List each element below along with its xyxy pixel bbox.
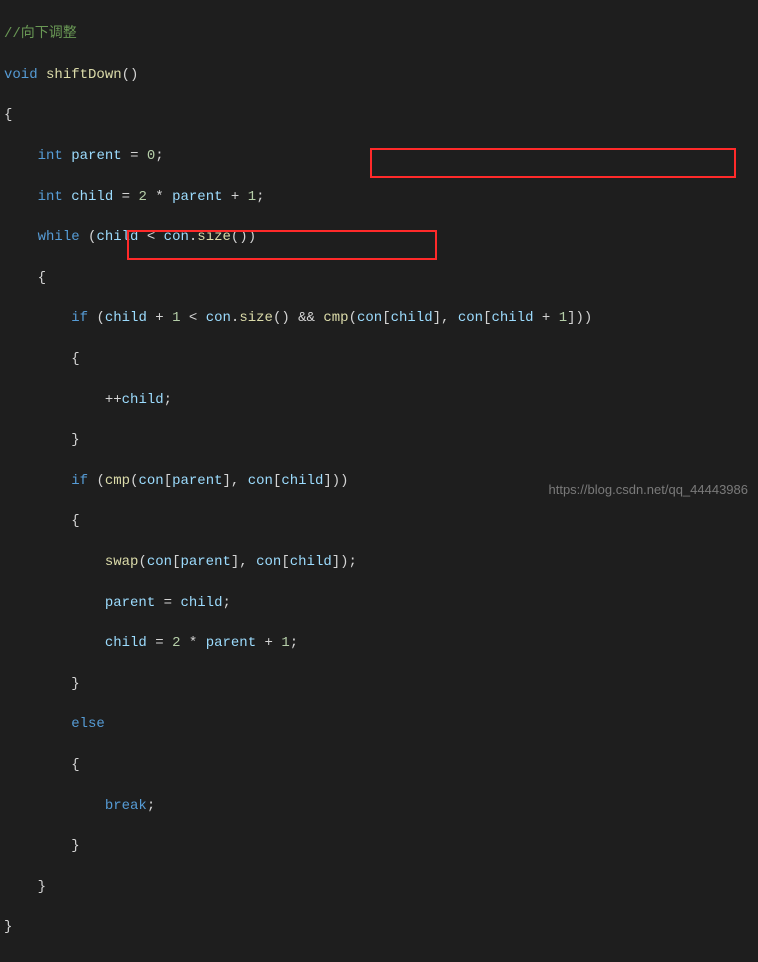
num: 1 — [172, 310, 180, 326]
ident-child: child — [71, 189, 113, 205]
num: 1 — [248, 189, 256, 205]
num: 1 — [281, 635, 289, 651]
ident-child: child — [491, 310, 533, 326]
code-line: } — [4, 877, 758, 897]
op: = — [155, 635, 163, 651]
comment-text: //向下调整 — [4, 26, 77, 42]
keyword-int: int — [38, 189, 63, 205]
ident-con: con — [138, 473, 163, 489]
fn-cmp: cmp — [105, 473, 130, 489]
op: && — [298, 310, 315, 326]
code-line: { — [4, 349, 758, 369]
num: 1 — [559, 310, 567, 326]
num: 2 — [138, 189, 146, 205]
watermark-text: https://blog.csdn.net/qq_44443986 — [549, 482, 749, 497]
keyword-int: int — [38, 148, 63, 164]
code-line: { — [4, 268, 758, 288]
code-line: //向下调整 — [4, 24, 758, 44]
fn-size: size — [239, 310, 273, 326]
op: < — [189, 310, 197, 326]
code-line: void shiftDown() — [4, 65, 758, 85]
code-line: { — [4, 511, 758, 531]
keyword-else: else — [71, 716, 105, 732]
code-line: swap(con[parent], con[child]); — [4, 552, 758, 572]
code-line: } — [4, 430, 758, 450]
keyword-void: void — [4, 67, 38, 83]
op: + — [265, 635, 273, 651]
ident-parent: parent — [172, 473, 222, 489]
code-line: } — [4, 836, 758, 856]
ident-child: child — [105, 310, 147, 326]
ident-child: child — [180, 595, 222, 611]
code-line: int child = 2 * parent + 1; — [4, 187, 758, 207]
ident-parent: parent — [206, 635, 256, 651]
ident-con: con — [458, 310, 483, 326]
code-line: child = 2 * parent + 1; — [4, 633, 758, 653]
ident-child: child — [391, 310, 433, 326]
ident-con: con — [206, 310, 231, 326]
keyword-while: while — [38, 229, 80, 245]
code-editor: //向下调整 void shiftDown() { int parent = 0… — [0, 0, 758, 962]
op: = — [122, 189, 130, 205]
op: = — [164, 595, 172, 611]
ident-con: con — [147, 554, 172, 570]
num: 2 — [172, 635, 180, 651]
op: * — [155, 189, 163, 205]
ident-con: con — [248, 473, 273, 489]
ident-child: child — [281, 473, 323, 489]
ident-child: child — [122, 392, 164, 408]
code-line: } — [4, 674, 758, 694]
fn-swap: swap — [105, 554, 139, 570]
op: + — [231, 189, 239, 205]
fn-size: size — [197, 229, 231, 245]
ident-parent: parent — [105, 595, 155, 611]
code-line: { — [4, 105, 758, 125]
op: < — [147, 229, 155, 245]
code-line: parent = child; — [4, 593, 758, 613]
fn-cmp: cmp — [323, 310, 348, 326]
ident-parent: parent — [172, 189, 222, 205]
op: * — [189, 635, 197, 651]
code-line: else — [4, 714, 758, 734]
code-line: if (child + 1 < con.size() && cmp(con[ch… — [4, 308, 758, 328]
keyword-break: break — [105, 798, 147, 814]
function-name: shiftDown — [46, 67, 122, 83]
code-line: ++child; — [4, 390, 758, 410]
ident-parent: parent — [71, 148, 121, 164]
code-line: } — [4, 917, 758, 937]
keyword-if: if — [71, 473, 88, 489]
ident-parent: parent — [180, 554, 230, 570]
op: ++ — [105, 392, 122, 408]
ident-con: con — [256, 554, 281, 570]
code-line: { — [4, 755, 758, 775]
ident-child: child — [105, 635, 147, 651]
ident-con: con — [357, 310, 382, 326]
op: + — [155, 310, 163, 326]
code-line: break; — [4, 796, 758, 816]
code-line: while (child < con.size()) — [4, 227, 758, 247]
ident-child: child — [96, 229, 138, 245]
keyword-if: if — [71, 310, 88, 326]
ident-con: con — [164, 229, 189, 245]
op: + — [542, 310, 550, 326]
code-line: int parent = 0; — [4, 146, 758, 166]
ident-child: child — [290, 554, 332, 570]
op: = — [130, 148, 138, 164]
